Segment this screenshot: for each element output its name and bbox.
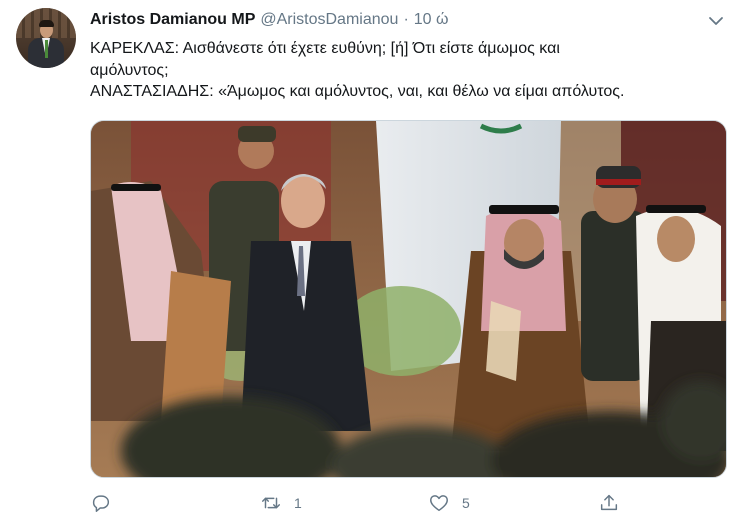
tweet-line: ΑΝΑΣΤΑΣΙΑΔΗΣ: «Άμωμος και αμόλυντος, ναι… <box>90 83 625 100</box>
share-button[interactable] <box>598 488 620 518</box>
timestamp[interactable]: 10 ώ <box>414 11 449 29</box>
tweet[interactable]: Aristos Damianou MP @AristosDamianou · 1… <box>0 0 743 529</box>
author-name[interactable]: Aristos Damianou MP <box>90 11 255 29</box>
like-count: 5 <box>462 495 470 511</box>
author-handle[interactable]: @AristosDamianou <box>260 11 398 29</box>
tweet-line: ΚΑΡΕΚΛΑΣ: Αισθάνεστε ότι έχετε ευθύνη; [… <box>90 40 560 57</box>
avatar[interactable] <box>16 8 76 68</box>
tweet-text: ΚΑΡΕΚΛΑΣ: Αισθάνεστε ότι έχετε ευθύνη; [… <box>90 38 730 103</box>
reply-button[interactable] <box>90 488 112 518</box>
retweet-count: 1 <box>294 495 302 511</box>
tweet-header: Aristos Damianou MP @AristosDamianou · 1… <box>90 11 449 31</box>
action-bar: 1 5 <box>90 488 620 518</box>
tweet-line: αμόλυντος; <box>90 61 169 79</box>
share-icon <box>598 492 620 514</box>
retweet-button[interactable]: 1 <box>260 488 302 518</box>
retweet-icon <box>260 492 282 514</box>
separator-dot: · <box>403 11 409 28</box>
heart-icon <box>428 492 450 514</box>
like-button[interactable]: 5 <box>428 488 470 518</box>
reply-icon <box>90 492 112 514</box>
tweet-photo[interactable] <box>90 120 727 478</box>
chevron-down-icon[interactable] <box>707 12 725 30</box>
